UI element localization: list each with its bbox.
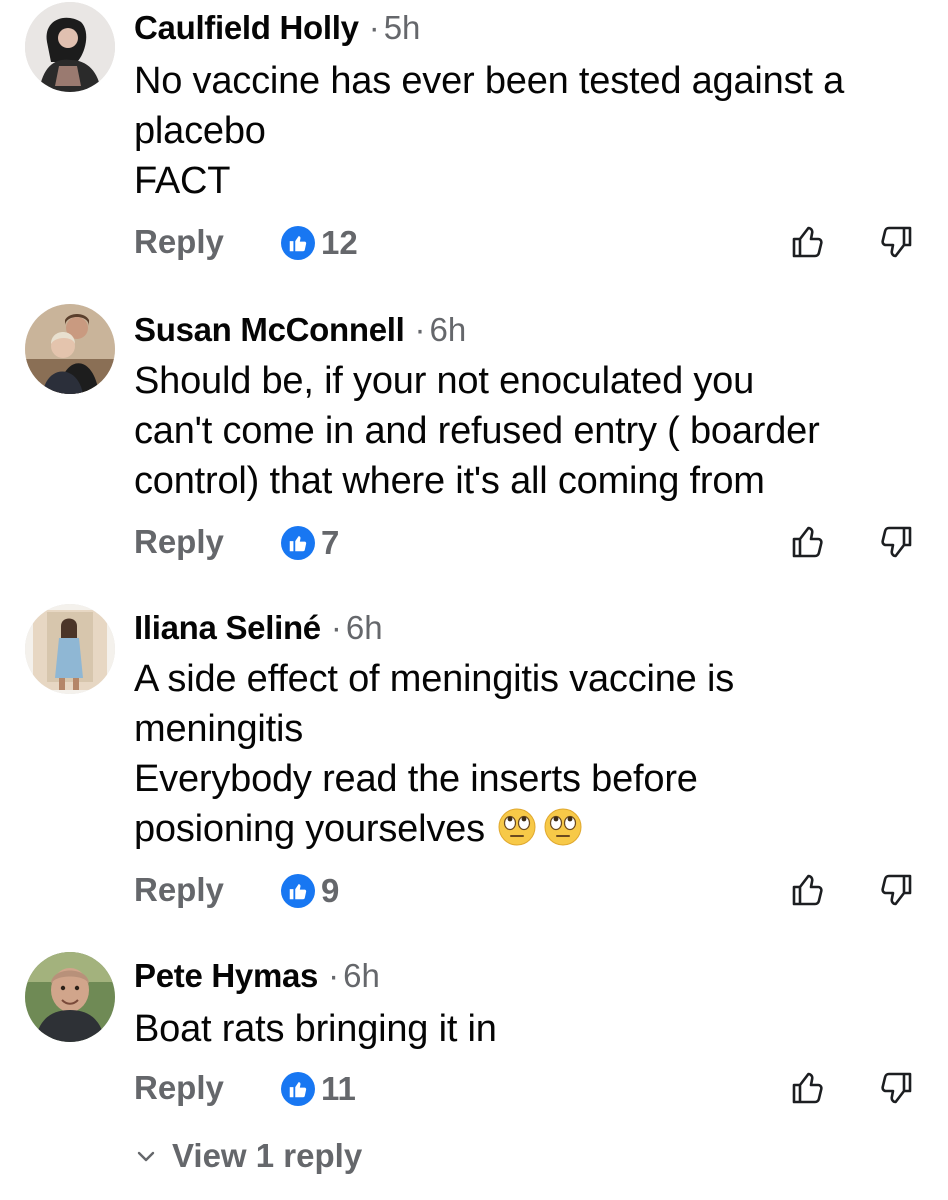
comment-line: A side effect of meningitis vaccine is (134, 658, 735, 700)
comment-line: placebo (134, 110, 266, 152)
separator-dot: · (328, 957, 340, 994)
thumbs-down-icon[interactable] (876, 870, 916, 910)
like-reaction-icon (281, 874, 315, 908)
reply-button[interactable]: Reply (134, 870, 224, 910)
separator-dot: · (368, 9, 380, 46)
separator-dot: · (414, 311, 426, 348)
thumbs-up-icon[interactable] (788, 1068, 828, 1108)
timestamp[interactable]: 6h (343, 957, 380, 995)
like-reaction-icon (281, 526, 315, 560)
comment-actions: Reply 11 (0, 1068, 948, 1108)
reaction-summary[interactable]: 11 (281, 1072, 356, 1106)
avatar[interactable] (25, 304, 115, 394)
like-reaction-icon (281, 226, 315, 260)
avatar[interactable] (25, 952, 115, 1042)
timestamp[interactable]: 6h (346, 609, 383, 647)
thumbs-down-icon[interactable] (876, 1068, 916, 1108)
comment-line: Boat rats bringing it in (134, 1008, 497, 1050)
comment-line: can't come in and refused entry ( boarde… (134, 410, 820, 452)
comment-line: Everybody read the inserts before (134, 758, 698, 800)
avatar[interactable] (25, 2, 115, 92)
comment-text: Should be, if your not enoculated you ca… (134, 356, 934, 506)
reply-button[interactable]: Reply (134, 222, 224, 262)
thumbs-up-icon[interactable] (788, 870, 828, 910)
rolling-eyes-emoji-icon (544, 808, 582, 846)
comment-actions: Reply 7 (0, 522, 948, 562)
author-name[interactable]: Caulfield Holly (134, 9, 359, 47)
separator-dot: · (330, 609, 342, 646)
like-reaction-icon (281, 1072, 315, 1106)
comment-text: Boat rats bringing it in (134, 1004, 934, 1054)
comment-line-text: posioning yourselves (134, 808, 485, 850)
reaction-summary[interactable]: 7 (281, 526, 339, 560)
comment-line: control) that where it's all coming from (134, 460, 765, 502)
reaction-summary[interactable]: 9 (281, 874, 339, 908)
timestamp[interactable]: 5h (384, 9, 421, 47)
comment-actions: Reply 12 (0, 222, 948, 262)
comment-text: A side effect of meningitis vaccine is m… (134, 654, 934, 854)
thumbs-down-icon[interactable] (876, 522, 916, 562)
like-count: 11 (321, 1070, 356, 1107)
thumbs-up-icon[interactable] (788, 222, 828, 262)
author-name[interactable]: Iliana Seliné (134, 609, 321, 647)
comment-line: meningitis (134, 708, 304, 750)
comment-line: No vaccine has ever been tested against … (134, 60, 845, 102)
rolling-eyes-emoji-icon (498, 808, 536, 846)
comment-line: FACT (134, 160, 231, 202)
chevron-down-icon (137, 1151, 155, 1162)
like-count: 9 (321, 872, 340, 909)
reply-button[interactable]: Reply (134, 522, 224, 562)
comment-line: Should be, if your not enoculated you (134, 360, 755, 402)
thumbs-down-icon[interactable] (876, 222, 916, 262)
timestamp[interactable]: 6h (430, 311, 467, 349)
comment-text: No vaccine has ever been tested against … (134, 56, 934, 206)
avatar[interactable] (25, 604, 115, 694)
view-replies-button[interactable]: View 1 reply (134, 1134, 362, 1178)
author-name[interactable]: Pete Hymas (134, 957, 318, 995)
like-count: 7 (321, 524, 340, 561)
thumbs-up-icon[interactable] (788, 522, 828, 562)
reaction-summary[interactable]: 12 (281, 226, 358, 260)
comment-line: posioning yourselves (134, 804, 934, 854)
view-replies-label: View 1 reply (172, 1137, 363, 1174)
comment-actions: Reply 9 (0, 870, 948, 910)
like-count: 12 (321, 224, 358, 261)
author-name[interactable]: Susan McConnell (134, 311, 405, 349)
reply-button[interactable]: Reply (134, 1068, 224, 1108)
